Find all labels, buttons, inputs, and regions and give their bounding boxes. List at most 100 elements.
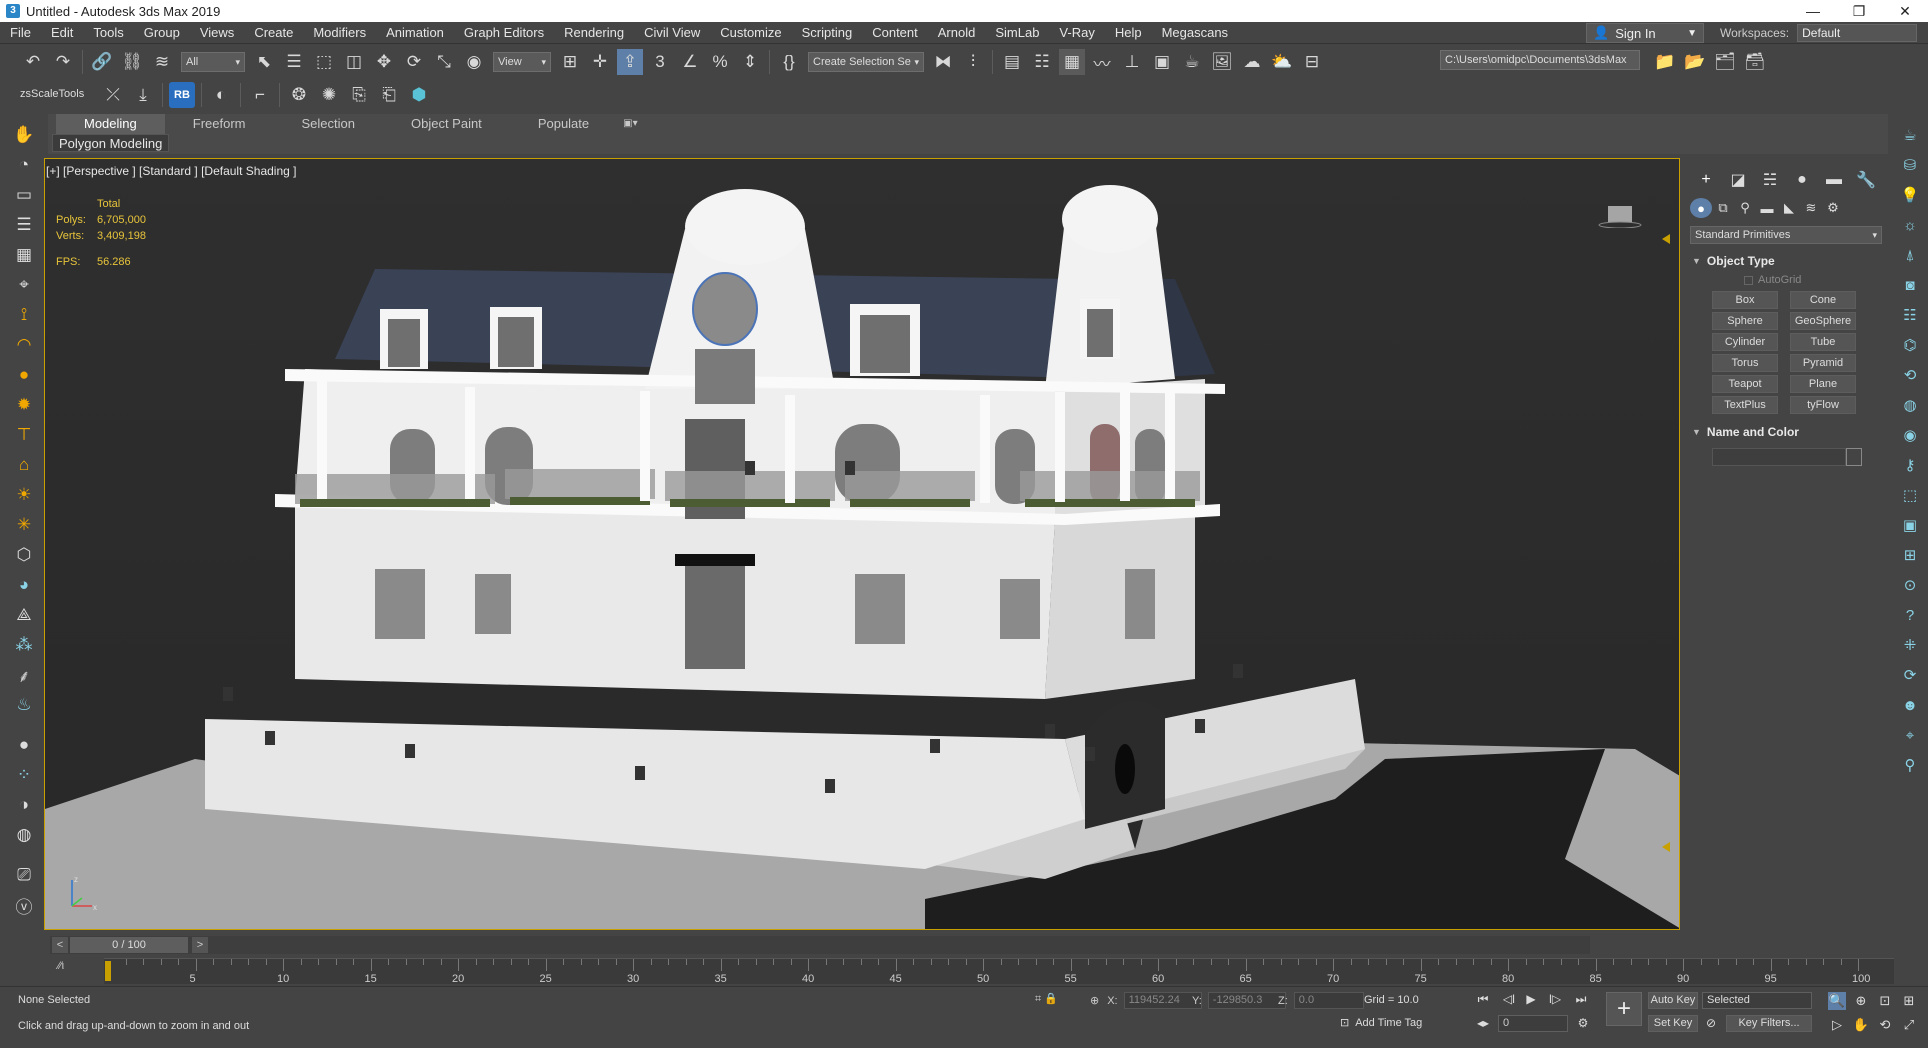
modify-tab-icon[interactable]: ◪ <box>1722 168 1754 192</box>
object-color-swatch[interactable] <box>1846 448 1862 466</box>
sun-rays-icon[interactable]: ✹ <box>10 391 38 419</box>
corner-tool-icon[interactable]: ⌐ <box>247 82 273 108</box>
close-project-icon[interactable]: 🗃 <box>1742 49 1768 75</box>
named-selection-dropdown[interactable]: Create Selection Se <box>808 52 924 72</box>
tab-selection[interactable]: Selection <box>274 114 383 134</box>
geometry-icon[interactable]: ● <box>1690 198 1712 218</box>
play-icon[interactable]: ▶ <box>1522 992 1540 1008</box>
light-bulb-icon[interactable]: 💡 <box>1897 182 1923 208</box>
ribbon-toggle-icon[interactable]: ▦ <box>1059 49 1085 75</box>
y-coordinate-field[interactable]: -129850.3 <box>1207 992 1286 1009</box>
lamp-icon[interactable]: ⚷ <box>1897 452 1923 478</box>
tab-modeling[interactable]: Modeling <box>56 114 165 134</box>
sphere-button[interactable]: Sphere <box>1712 312 1778 330</box>
plane-button[interactable]: Plane <box>1790 375 1856 393</box>
scale-icon[interactable]: ⤡ <box>431 49 457 75</box>
hierarchy-icon[interactable]: ⚲ <box>1897 752 1923 778</box>
orbit-nav-icon[interactable]: ⟲ <box>1876 1016 1894 1034</box>
pyramid-button[interactable]: Pyramid <box>1790 354 1856 372</box>
sky-icon[interactable]: ✳ <box>10 511 38 539</box>
helpers-icon[interactable]: ◣ <box>1778 198 1800 218</box>
select-manipulate-icon[interactable]: ✛ <box>587 49 613 75</box>
image-icon[interactable]: ▣ <box>1897 512 1923 538</box>
hierarchy-tab-icon[interactable]: ☵ <box>1754 168 1786 192</box>
create-tab-icon[interactable]: + <box>1690 168 1722 192</box>
render-tool-icon[interactable]: ✺ <box>316 82 342 108</box>
rotate-tool-icon[interactable]: ⟲ <box>1897 362 1923 388</box>
menu-group[interactable]: Group <box>134 22 190 44</box>
box-button[interactable]: Box <box>1712 291 1778 309</box>
link-icon[interactable]: 🔗 <box>89 49 115 75</box>
trackbar-toggle-icon[interactable]: ⁄⁄ι <box>58 960 64 972</box>
close-button[interactable]: ✕ <box>1882 0 1928 22</box>
sun-light-icon[interactable]: ☼ <box>1897 212 1923 238</box>
collapse-icon[interactable]: ⤫ <box>100 82 126 108</box>
select-object-icon[interactable]: ⬉ <box>251 49 277 75</box>
rb-script-icon[interactable]: RB <box>169 82 195 108</box>
tube-button[interactable]: Tube <box>1790 333 1856 351</box>
utilities-tab-icon[interactable]: 🔧 <box>1850 168 1882 192</box>
download-icon[interactable]: ⤓ <box>130 82 156 108</box>
menu-simlab[interactable]: SimLab <box>985 22 1049 44</box>
render-iterative-icon[interactable]: ⛅ <box>1269 49 1295 75</box>
object-type-rollout[interactable]: ▼ Object Type <box>1692 252 1880 270</box>
hand-icon[interactable]: ✋ <box>10 121 38 149</box>
viewcube-icon[interactable] <box>1598 198 1642 228</box>
proxy-icon[interactable]: ⬡ <box>10 541 38 569</box>
key-filters-button[interactable]: Key Filters... <box>1726 1015 1812 1032</box>
time-slider-track[interactable] <box>50 936 1590 954</box>
primitive-category-dropdown[interactable]: Standard Primitives <box>1690 226 1882 244</box>
camera-tool-icon[interactable]: ⌖ <box>10 271 38 299</box>
schematic-view-icon[interactable]: ⊥ <box>1119 49 1145 75</box>
autogrid-checkbox[interactable]: AutoGrid <box>1744 274 1801 286</box>
plane-tool-icon[interactable]: ⟁ <box>10 601 38 629</box>
menu-scripting[interactable]: Scripting <box>792 22 863 44</box>
go-to-start-icon[interactable]: ⏮ <box>1474 992 1492 1008</box>
lock-tool-icon[interactable]: ⌬ <box>1897 332 1923 358</box>
go-to-end-icon[interactable]: ⏭ <box>1572 992 1590 1008</box>
set-project-icon[interactable]: 🗂 <box>1712 49 1738 75</box>
frame-icon[interactable]: ⬚ <box>1897 482 1923 508</box>
project-folder-icon[interactable]: 📁 <box>1652 49 1678 75</box>
pivot-center-icon[interactable]: ⊞ <box>557 49 583 75</box>
transform-mode-icon[interactable]: ⊕ <box>1090 994 1099 1007</box>
tab-freeform[interactable]: Freeform <box>165 114 274 134</box>
cycle-icon[interactable]: ⟳ <box>1897 662 1923 688</box>
multi-material-icon[interactable]: ⁘ <box>10 761 38 789</box>
help-icon[interactable]: ? <box>1897 602 1923 628</box>
set-key-button[interactable]: Set Key <box>1648 1015 1698 1032</box>
menu-graph-editors[interactable]: Graph Editors <box>454 22 554 44</box>
tyflow-button[interactable]: tyFlow <box>1790 396 1856 414</box>
spacewarps-icon[interactable]: ≋ <box>1800 198 1822 218</box>
keyboard-shortcut-icon[interactable]: ⇪ <box>617 49 643 75</box>
ies-light-icon[interactable]: ⌂ <box>10 451 38 479</box>
placement-icon[interactable]: ◉ <box>461 49 487 75</box>
zoom-all-icon[interactable]: ⊕ <box>1852 992 1870 1010</box>
light-lamp-icon[interactable]: ⟟ <box>10 301 38 329</box>
snap-icon[interactable]: ⌖ <box>1897 722 1923 748</box>
name-color-rollout[interactable]: ▼ Name and Color <box>1692 423 1880 441</box>
sun-icon[interactable]: ☀ <box>10 481 38 509</box>
sign-in-dropdown[interactable]: 👤 Sign In ▼ <box>1586 23 1704 43</box>
minimize-button[interactable]: — <box>1790 0 1836 22</box>
spin-tool-icon[interactable]: ◐ <box>208 82 234 108</box>
z-coordinate-field[interactable]: 0.0 <box>1293 992 1364 1009</box>
menu-help[interactable]: Help <box>1105 22 1152 44</box>
fur-icon[interactable]: ◕ <box>10 571 38 599</box>
render-region-icon[interactable]: ⛁ <box>1897 152 1923 178</box>
undo-icon[interactable]: ↶ <box>20 49 46 75</box>
pan-icon[interactable]: ✋ <box>1852 1016 1870 1034</box>
box-tool-icon[interactable]: ▭ <box>10 181 38 209</box>
key-mode-icon[interactable]: ⊘ <box>1702 1016 1720 1032</box>
menu-tools[interactable]: Tools <box>83 22 133 44</box>
motion-tab-icon[interactable]: ● <box>1786 168 1818 192</box>
next-frame-button[interactable]: > <box>192 937 208 953</box>
grass-icon[interactable]: ⸙ <box>10 661 38 689</box>
rotate-icon[interactable]: ⟳ <box>401 49 427 75</box>
expand-icon[interactable]: ⊞ <box>1897 542 1923 568</box>
edit-named-selection-icon[interactable]: {} <box>776 49 802 75</box>
curve-editor-icon[interactable]: 〰 <box>1089 49 1115 75</box>
object-name-field[interactable] <box>1712 448 1846 466</box>
workspaces-dropdown[interactable]: Default <box>1797 24 1918 42</box>
orbit-tool-icon[interactable]: ⊙ <box>1897 572 1923 598</box>
